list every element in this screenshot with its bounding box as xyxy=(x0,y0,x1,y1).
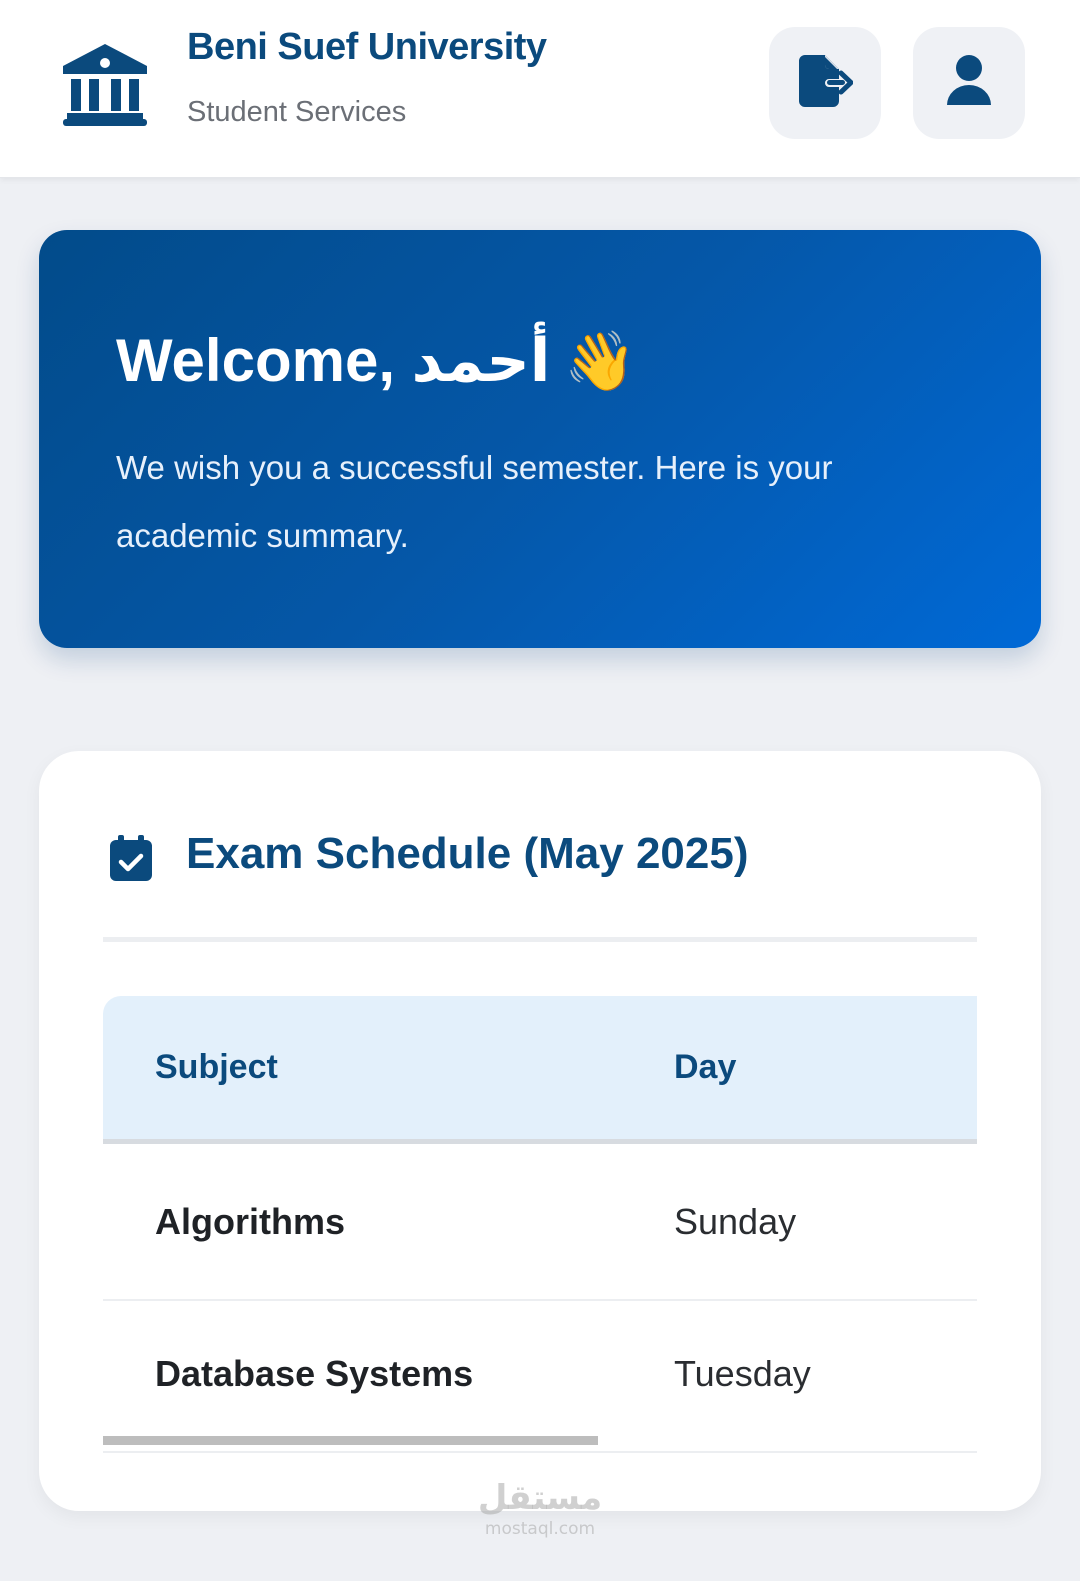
exam-schedule-title: Exam Schedule (May 2025) xyxy=(186,829,749,878)
horizontal-scrollbar[interactable] xyxy=(103,1436,977,1445)
subject-cell: Algorithms xyxy=(155,1201,346,1242)
welcome-title: Welcome, أحمد 👋 xyxy=(116,326,637,396)
column-header-subject: Subject xyxy=(155,1048,278,1086)
table-row: Algorithms Sunday xyxy=(103,1149,977,1301)
welcome-message: We wish you a successful semester. Here … xyxy=(116,449,833,554)
file-export-icon xyxy=(797,54,854,112)
watermark-latin: mostaql.com xyxy=(484,1519,596,1539)
university-building-icon xyxy=(63,44,147,126)
app-header: Beni Suef University Student Services xyxy=(0,0,1080,178)
watermark-arabic: مستقل xyxy=(477,1478,603,1518)
page: Beni Suef University Student Services We… xyxy=(0,0,1080,1581)
subject-cell: Database Systems xyxy=(155,1353,474,1394)
scrollbar-thumb[interactable] xyxy=(103,1436,598,1445)
brand-title: Beni Suef University xyxy=(187,26,547,68)
calendar-check-icon xyxy=(110,835,152,881)
day-cell: Sunday xyxy=(674,1201,797,1242)
watermark: مستقل mostaql.com xyxy=(470,1478,610,1540)
table-header: Subject Day xyxy=(103,996,977,1144)
exam-schedule-table: Subject Day Algorithms Sunday Database S… xyxy=(103,996,977,1456)
logout-button[interactable] xyxy=(769,27,881,139)
welcome-greeting: Welcome, أحمد xyxy=(116,327,551,394)
profile-button[interactable] xyxy=(913,27,1025,139)
table-row: Database Systems Tuesday xyxy=(103,1301,977,1453)
brand-subtitle: Student Services xyxy=(187,96,407,128)
divider xyxy=(103,937,977,942)
welcome-banner: Welcome, أحمد 👋 We wish you a successful … xyxy=(39,230,1041,648)
waving-hand-emoji: 👋 xyxy=(564,329,637,394)
column-header-day: Day xyxy=(674,1048,737,1086)
day-cell: Tuesday xyxy=(674,1353,811,1394)
user-icon xyxy=(947,54,991,112)
exam-schedule-card: Exam Schedule (May 2025) Subject Day Alg… xyxy=(39,751,1041,1511)
